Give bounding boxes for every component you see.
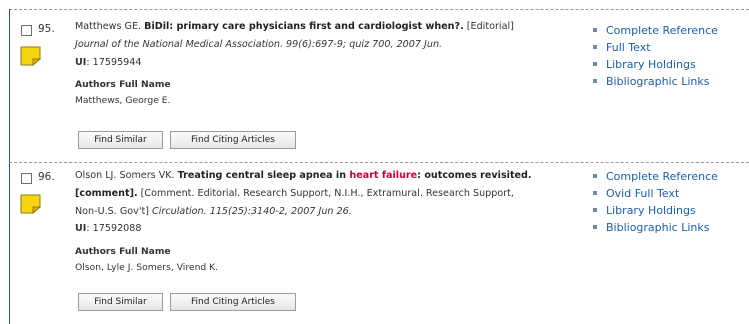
ui-value: : 17592088 xyxy=(86,223,142,235)
comment-tag: [comment]. xyxy=(75,187,138,199)
sticky-note-icon[interactable] xyxy=(20,46,41,66)
citation-line-1: Olson LJ. Somers VK. Treating central sl… xyxy=(75,167,575,185)
authors-full-heading: Authors Full Name xyxy=(75,246,171,258)
article-title[interactable]: BiDil: primary care physicians first and… xyxy=(144,21,464,32)
find-similar-button[interactable]: Find Similar xyxy=(78,131,163,149)
bibliographic-links-link[interactable]: Bibliographic Links xyxy=(592,219,718,236)
authors-short: Olson LJ. Somers VK. xyxy=(75,170,178,181)
citation-line-2: [comment]. [Comment. Editorial. Research… xyxy=(75,185,575,203)
result-record-95: 95. Matthews GE. BiDil: primary care phy… xyxy=(9,0,749,150)
ui-line: UI: 17595944 xyxy=(75,54,575,72)
record-links: Complete Reference Ovid Full Text Librar… xyxy=(592,168,718,236)
ui-value: : 17595944 xyxy=(86,56,142,68)
ovid-full-text-link[interactable]: Ovid Full Text xyxy=(592,185,718,202)
search-term-highlight: heart failure xyxy=(349,170,418,181)
select-checkbox-96[interactable] xyxy=(21,173,32,184)
citation-body: Olson LJ. Somers VK. Treating central sl… xyxy=(75,167,575,276)
record-number: 95. xyxy=(38,23,55,35)
publication-types-cont: Non-U.S. Gov't] xyxy=(75,205,153,217)
publication-type: [Editorial] xyxy=(463,21,514,32)
complete-reference-link[interactable]: Complete Reference xyxy=(592,22,718,39)
record-links: Complete Reference Full Text Library Hol… xyxy=(592,22,718,90)
citation-body: Matthews GE. BiDil: primary care physici… xyxy=(75,18,575,109)
citation-line-3: Non-U.S. Gov't] Circulation. 115(25):314… xyxy=(75,203,575,221)
article-title-part[interactable]: : outcomes revisited. xyxy=(417,170,531,181)
bibliographic-links-link[interactable]: Bibliographic Links xyxy=(592,73,718,90)
record-number: 96. xyxy=(38,171,55,183)
journal-citation: Journal of the National Medical Associat… xyxy=(75,38,443,50)
find-citing-articles-button[interactable]: Find Citing Articles xyxy=(170,131,296,149)
ui-label: UI xyxy=(75,223,87,235)
find-citing-articles-button[interactable]: Find Citing Articles xyxy=(170,293,296,311)
library-holdings-link[interactable]: Library Holdings xyxy=(592,56,718,73)
citation-line-1: Matthews GE. BiDil: primary care physici… xyxy=(75,18,575,36)
full-text-link[interactable]: Full Text xyxy=(592,39,718,56)
library-holdings-link[interactable]: Library Holdings xyxy=(592,202,718,219)
result-record-96: 96. Olson LJ. Somers VK. Treating centra… xyxy=(9,162,749,324)
authors-full-heading: Authors Full Name xyxy=(75,79,171,91)
authors-full-name: Olson, Lyle J. Somers, Virend K. xyxy=(75,262,219,274)
authors-full-name: Matthews, George E. xyxy=(75,95,171,107)
results-panel: 95. Matthews GE. BiDil: primary care phy… xyxy=(0,0,749,324)
ui-label: UI xyxy=(75,56,87,68)
authors-short: Matthews GE. xyxy=(75,21,145,32)
journal-citation: Circulation. 115(25):3140-2, 2007 Jun 26… xyxy=(152,205,352,217)
article-title-part[interactable]: Treating central sleep apnea in xyxy=(178,170,350,181)
complete-reference-link[interactable]: Complete Reference xyxy=(592,168,718,185)
find-similar-button[interactable]: Find Similar xyxy=(78,293,163,311)
publication-types: [Comment. Editorial. Research Support, N… xyxy=(137,187,514,199)
ui-line: UI: 17592088 xyxy=(75,220,575,238)
sticky-note-icon[interactable] xyxy=(20,194,41,214)
select-checkbox-95[interactable] xyxy=(21,25,32,36)
